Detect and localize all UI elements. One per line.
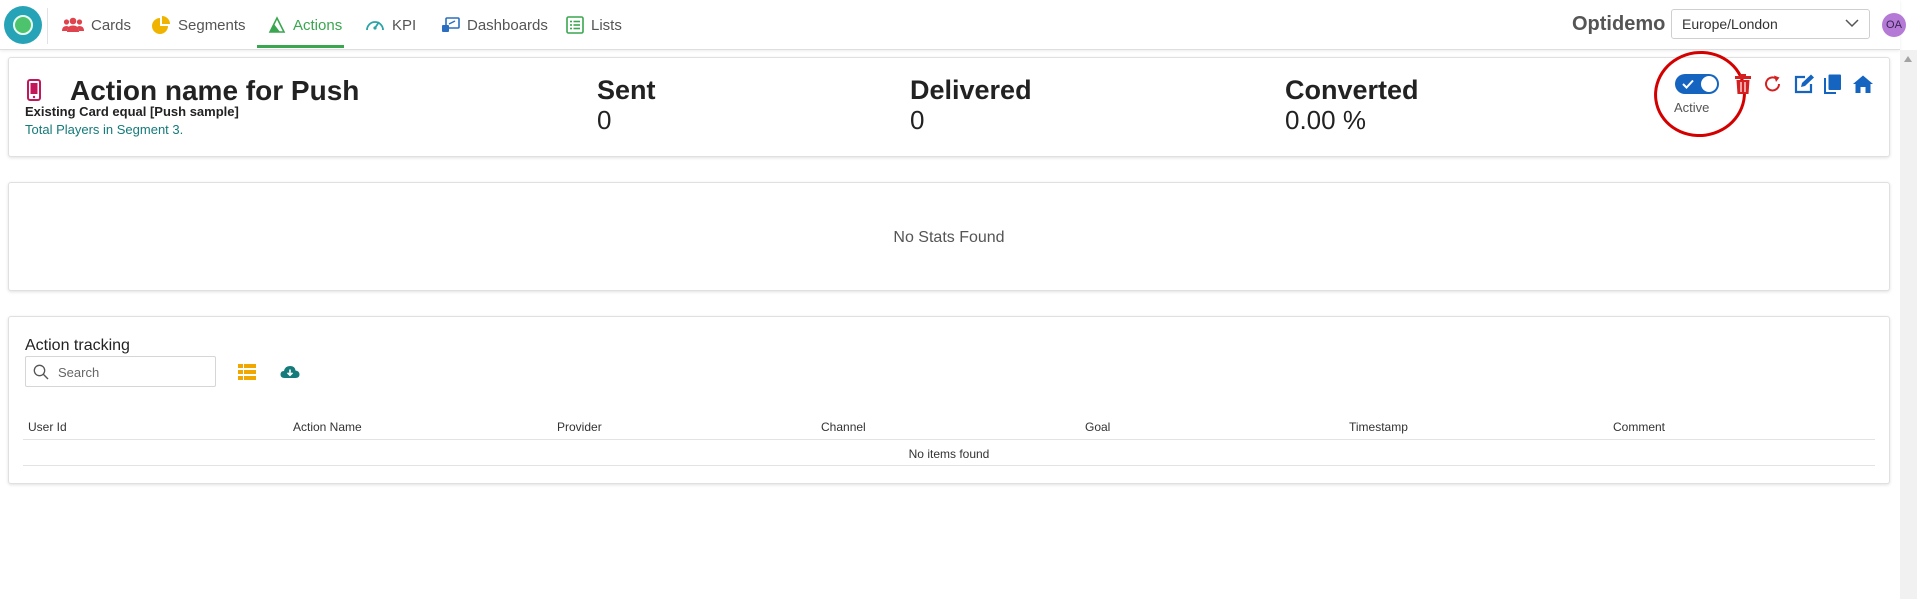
dashboard-icon bbox=[442, 16, 460, 32]
table-header-divider bbox=[23, 439, 1875, 440]
pie-chart-icon bbox=[152, 16, 170, 34]
action-summary-panel: Action name for Push Existing Card equal… bbox=[8, 45, 1890, 157]
segment-link[interactable]: Total Players in Segment 3. bbox=[25, 122, 183, 137]
column-header-goal[interactable]: Goal bbox=[1085, 420, 1110, 434]
empty-table-message: No items found bbox=[908, 447, 990, 461]
mobile-phone-icon bbox=[27, 79, 41, 101]
nav-item-cards[interactable]: Cards bbox=[62, 0, 131, 50]
annotation-circle bbox=[1648, 45, 1752, 143]
search-icon bbox=[33, 364, 49, 380]
column-header-channel[interactable]: Channel bbox=[821, 420, 866, 434]
nav-item-label: Cards bbox=[91, 16, 132, 34]
delete-icon[interactable] bbox=[1734, 74, 1752, 94]
nav-item-label: Segments bbox=[178, 16, 246, 34]
sail-icon bbox=[268, 16, 286, 33]
home-icon[interactable] bbox=[1852, 74, 1874, 94]
metric-delivered-value: 0 bbox=[910, 105, 925, 135]
column-header-timestamp[interactable]: Timestamp bbox=[1349, 420, 1408, 434]
copy-icon[interactable] bbox=[1824, 74, 1842, 94]
nav-item-label: Dashboards bbox=[467, 16, 548, 34]
column-header-comment[interactable]: Comment bbox=[1613, 420, 1665, 434]
timezone-value: Europe/London bbox=[1682, 16, 1778, 32]
search-input[interactable] bbox=[58, 361, 208, 383]
app-logo[interactable] bbox=[4, 6, 42, 44]
gauge-icon bbox=[366, 21, 384, 31]
column-header-user-id[interactable]: User Id bbox=[28, 420, 67, 434]
vertical-scrollbar[interactable] bbox=[1900, 50, 1917, 599]
nav-item-label: Actions bbox=[293, 16, 343, 34]
table-bottom-divider bbox=[23, 465, 1875, 466]
nav-item-actions[interactable]: Actions bbox=[268, 0, 342, 50]
action-condition: Existing Card equal [Push sample] bbox=[25, 104, 239, 119]
stats-panel: No Stats Found bbox=[8, 182, 1890, 291]
user-avatar[interactable]: OA bbox=[1882, 13, 1906, 37]
nav-item-lists[interactable]: Lists bbox=[566, 0, 622, 50]
users-icon bbox=[62, 17, 84, 32]
action-tracking-panel: Action tracking User Id Action Name Prov… bbox=[8, 316, 1890, 484]
metric-converted-value: 0.00 % bbox=[1285, 105, 1366, 135]
list-icon bbox=[566, 16, 584, 34]
metric-sent-label: Sent bbox=[597, 75, 656, 105]
search-field[interactable] bbox=[25, 356, 216, 387]
column-header-action-name[interactable]: Action Name bbox=[293, 420, 362, 434]
nav-item-segments[interactable]: Segments bbox=[151, 0, 246, 50]
divider bbox=[47, 8, 48, 44]
metric-sent-value: 0 bbox=[597, 105, 612, 135]
nav-item-kpi[interactable]: KPI bbox=[365, 0, 416, 50]
list-view-icon[interactable] bbox=[238, 364, 256, 380]
timezone-select[interactable]: Europe/London bbox=[1671, 9, 1870, 39]
chevron-down-icon bbox=[1845, 19, 1859, 28]
top-navigation: Cards Segments Actions KPI Dashboards Li… bbox=[0, 0, 1906, 50]
empty-stats-message: No Stats Found bbox=[893, 229, 1005, 246]
nav-item-dashboards[interactable]: Dashboards bbox=[441, 0, 548, 50]
action-title: Action name for Push bbox=[70, 75, 360, 106]
active-tab-indicator bbox=[257, 45, 344, 48]
metric-converted-label: Converted bbox=[1285, 75, 1419, 105]
tenant-name: Optidemo bbox=[1572, 13, 1666, 35]
section-title: Action tracking bbox=[25, 337, 130, 354]
scroll-up-arrow[interactable] bbox=[1904, 56, 1912, 62]
refresh-icon[interactable] bbox=[1763, 74, 1783, 94]
nav-item-label: Lists bbox=[591, 16, 622, 34]
cloud-download-icon[interactable] bbox=[280, 365, 300, 379]
logo-mark bbox=[13, 15, 33, 35]
edit-icon[interactable] bbox=[1793, 74, 1815, 94]
nav-item-label: KPI bbox=[392, 16, 417, 34]
column-header-provider[interactable]: Provider bbox=[557, 420, 602, 434]
metric-delivered-label: Delivered bbox=[910, 75, 1032, 105]
